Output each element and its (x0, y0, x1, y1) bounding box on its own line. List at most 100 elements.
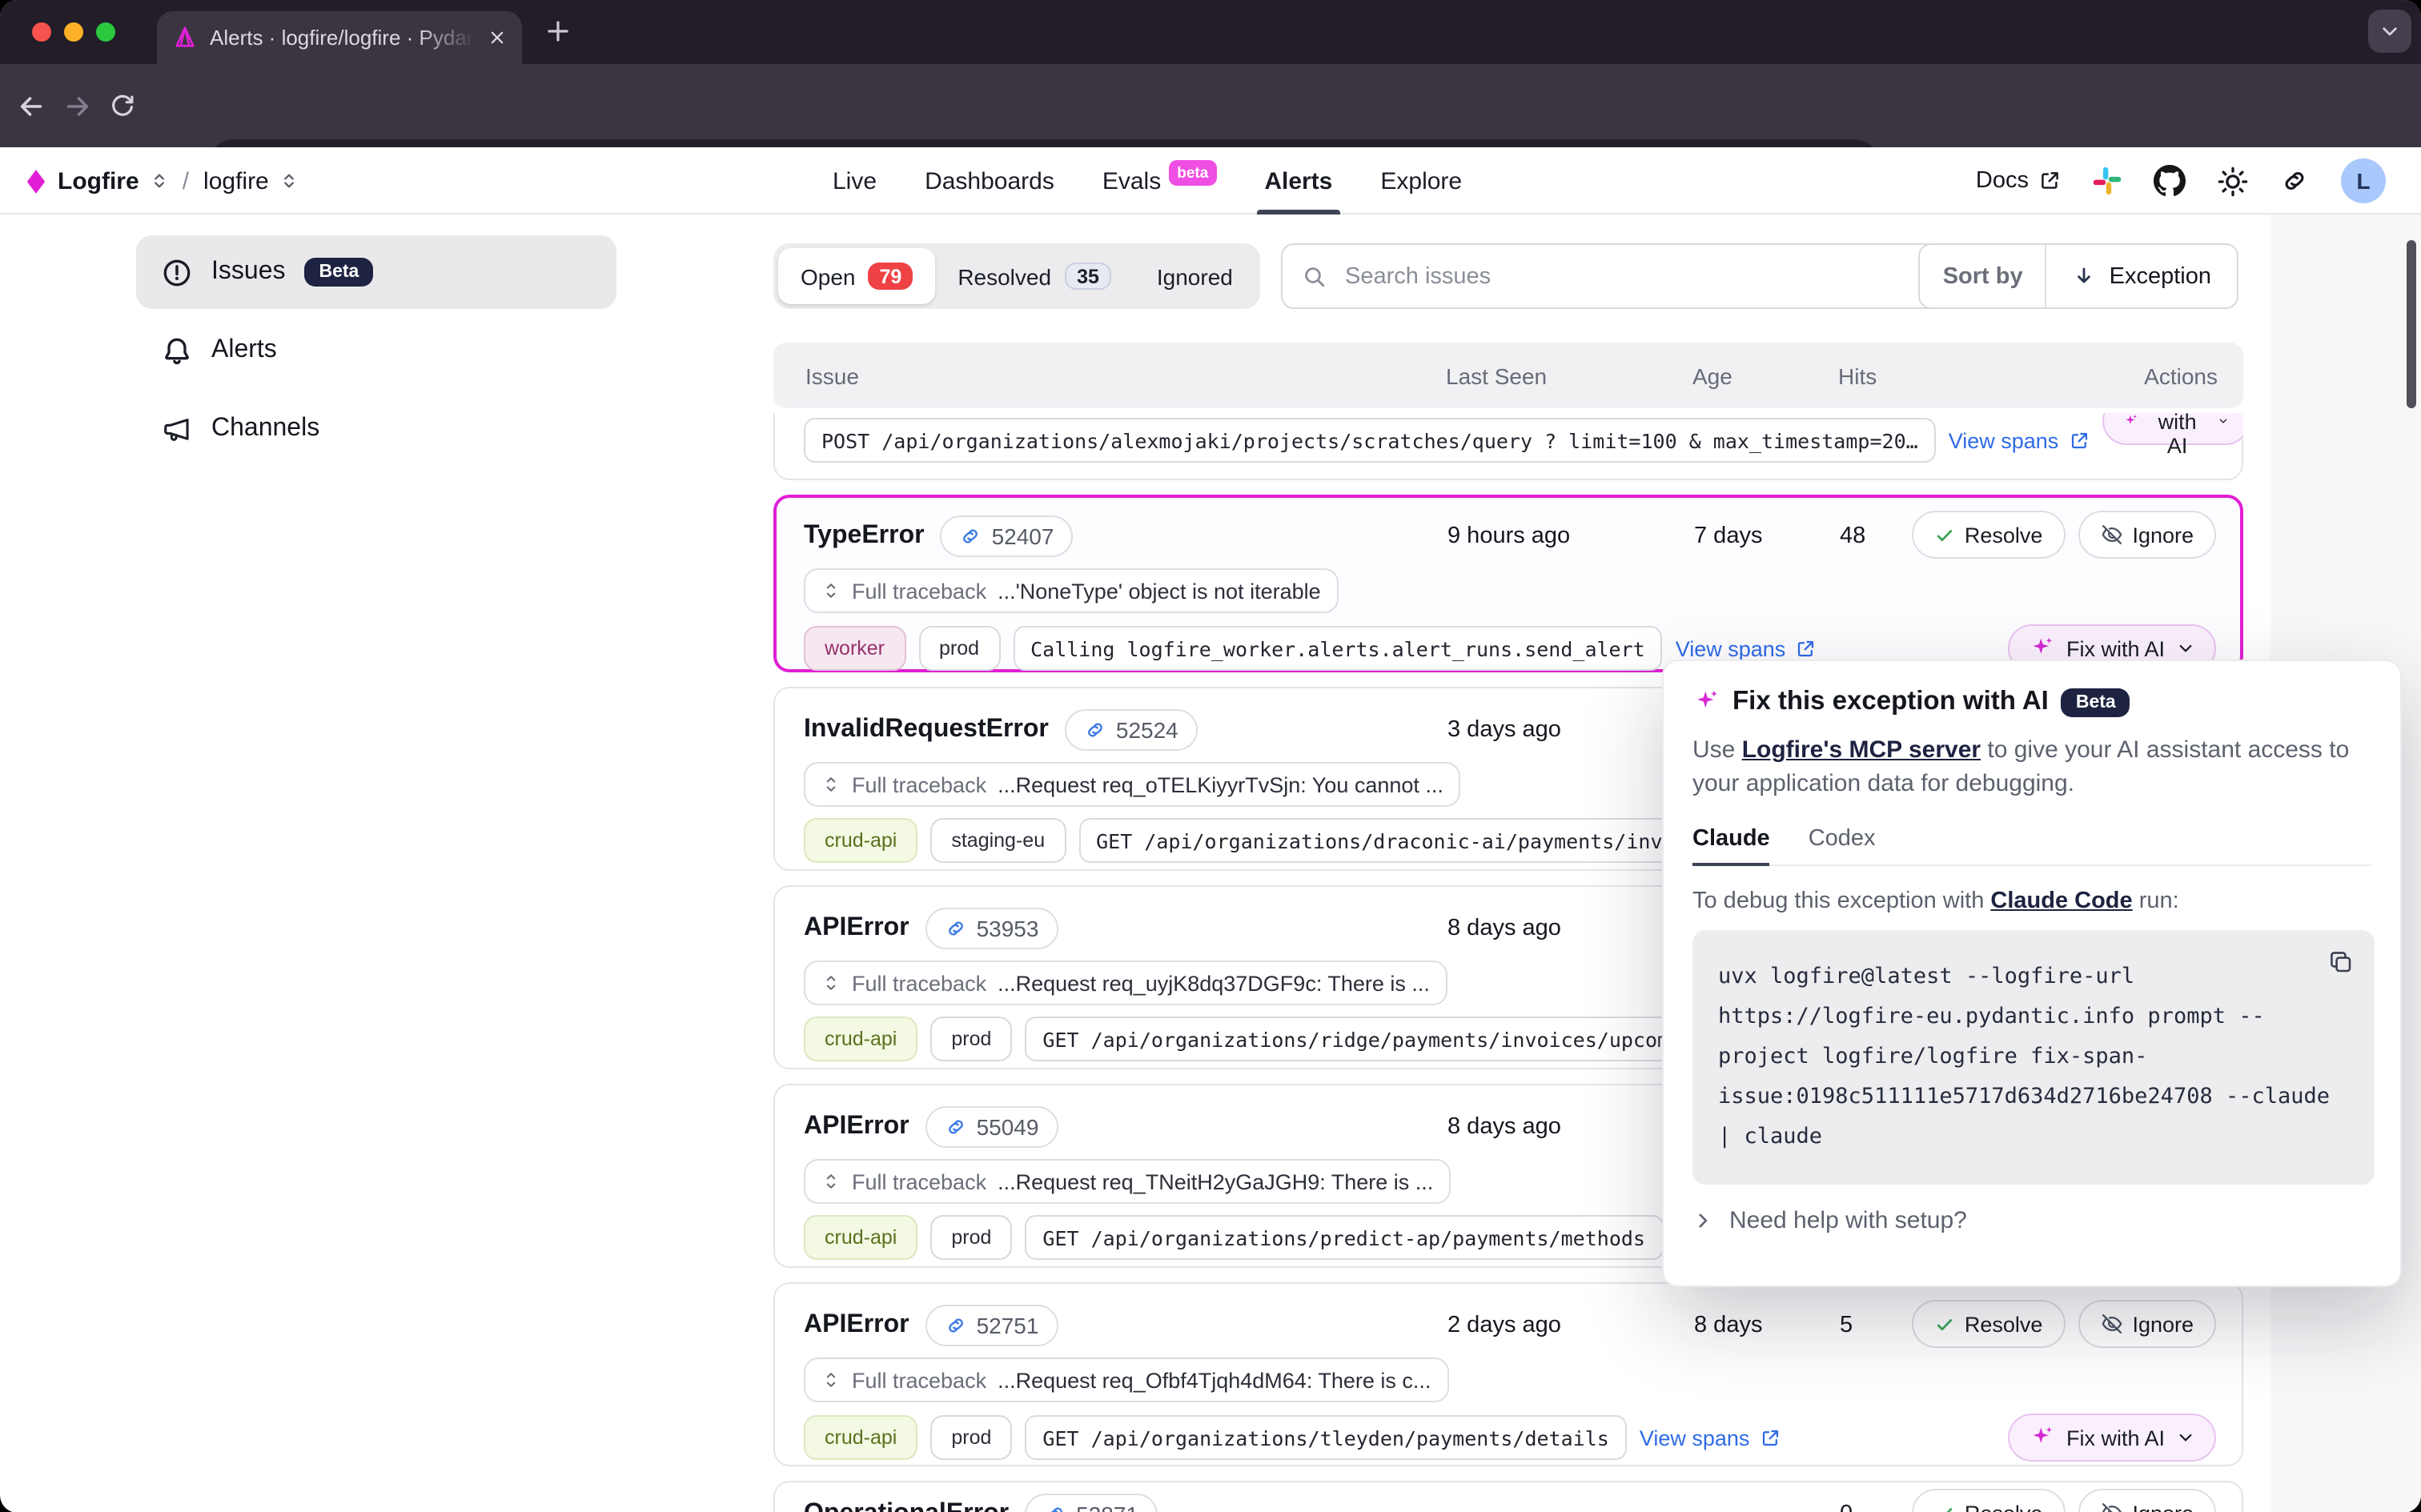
tab-explore[interactable]: Explore (1356, 147, 1486, 215)
issue-id-link[interactable]: 55049 (925, 1106, 1058, 1148)
minimize-window-button[interactable] (64, 22, 83, 42)
org-switcher-icon[interactable] (151, 171, 168, 191)
sort-value: Exception (2047, 245, 2237, 307)
resolve-button[interactable]: Resolve (1912, 511, 2066, 559)
issue-row-operationalerror[interactable]: OperationalError 52871 0 Resolve Ig (773, 1481, 2243, 1512)
tag-prod: prod (930, 1017, 1012, 1061)
fix-with-ai-button[interactable]: Fix with AI (2102, 413, 2243, 445)
logfire-logo-icon (26, 169, 46, 193)
sidebar-item-issues[interactable]: Issues Beta (136, 235, 616, 309)
popup-description: Use Logfire's MCP server to give your AI… (1692, 733, 2378, 800)
tab-live[interactable]: Live (809, 147, 901, 215)
slack-icon[interactable] (2093, 166, 2122, 195)
sparkles-icon (2122, 413, 2138, 434)
forward-icon[interactable] (62, 90, 93, 121)
tab-alerts[interactable]: Alerts (1240, 147, 1356, 215)
sort-by-label: Sort by (1921, 245, 2047, 307)
theme-toggle-sun-icon[interactable] (2218, 166, 2248, 196)
org-switcher[interactable]: Logfire (58, 167, 139, 195)
fix-with-ai-button[interactable]: Fix with AI (2009, 1414, 2216, 1462)
expand-updown-icon (821, 773, 841, 796)
traceback-pill[interactable]: Full traceback ...Request req_TNeitH2yGa… (804, 1159, 1451, 1204)
status-segmented-control: Open 79 Resolved 35 Ignored (773, 243, 1260, 309)
filter-tab-open[interactable]: Open 79 (778, 248, 935, 304)
open-count-badge: 79 (869, 263, 913, 290)
browser-tab[interactable]: Alerts · logfire/logfire · Pydant (157, 11, 522, 64)
project-switcher-icon[interactable] (280, 171, 298, 191)
last-seen-value: 9 hours ago (1447, 523, 1570, 549)
issue-row-typeerror[interactable]: TypeError 52407 9 hours ago 7 days 48 Re… (773, 495, 2243, 672)
issue-name: APIError (804, 1311, 909, 1340)
issue-name: OperationalError (804, 1500, 1009, 1512)
filter-tab-resolved[interactable]: Resolved 35 (935, 248, 1134, 304)
back-icon[interactable] (16, 90, 46, 121)
issue-id-link[interactable]: 52751 (925, 1305, 1058, 1346)
span-code-pill: GET /api/organizations/predict-ap/paymen… (1025, 1215, 1663, 1260)
command-text: uvx logfire@latest --logfire-url https:/… (1718, 957, 2349, 1157)
tab-codex[interactable]: Codex (1809, 826, 1876, 864)
claude-code-link[interactable]: Claude Code (1990, 888, 2132, 914)
new-tab-button[interactable] (544, 18, 572, 45)
view-spans-link[interactable]: View spans (1640, 1426, 1781, 1450)
copy-icon[interactable] (2328, 949, 2354, 975)
tag-staging-eu: staging-eu (930, 818, 1066, 863)
span-code-pill: Calling logfire_worker.alerts.alert_runs… (1013, 626, 1663, 671)
filter-bar: Open 79 Resolved 35 Ignored Sort by (773, 243, 2243, 309)
ignore-button[interactable]: Ignore (2078, 511, 2216, 559)
chevron-right-icon (1692, 1210, 1713, 1231)
traceback-pill[interactable]: Full traceback ...Request req_oTELKiyyrT… (804, 762, 1461, 807)
avatar[interactable]: L (2341, 158, 2386, 203)
tab-evals[interactable]: Evalsbeta (1078, 147, 1240, 215)
tab-dashboards[interactable]: Dashboards (901, 147, 1078, 215)
close-window-button[interactable] (32, 22, 51, 42)
issue-id-link[interactable]: 52524 (1065, 709, 1198, 751)
view-spans-link[interactable]: View spans (1676, 636, 1817, 660)
ignore-button[interactable]: Ignore (2078, 1489, 2216, 1512)
zoom-window-button[interactable] (96, 22, 115, 42)
external-link-icon (2038, 170, 2061, 192)
span-code-pill: GET /api/organizations/tleyden/payments/… (1025, 1415, 1626, 1460)
filter-tab-ignored[interactable]: Ignored (1134, 248, 1255, 304)
breadcrumb: Logfire / logfire (26, 147, 298, 215)
reload-icon[interactable] (109, 92, 136, 119)
sidebar-item-channels[interactable]: Channels (136, 392, 616, 466)
issue-row-partial[interactable]: POST /api/organizations/alexmojaki/proje… (773, 413, 2243, 480)
search-input[interactable] (1342, 262, 2001, 291)
github-icon[interactable] (2154, 165, 2186, 197)
tag-crud-api: crud-api (804, 1415, 917, 1460)
project-switcher[interactable]: logfire (203, 167, 269, 195)
close-tab-icon[interactable] (488, 29, 506, 46)
eye-off-icon (2100, 1313, 2122, 1335)
need-help-row[interactable]: Need help with setup? (1692, 1207, 2371, 1234)
fix-with-ai-popup: Fix this exception with AI Beta Use Logf… (1662, 660, 2402, 1287)
popup-title: Fix this exception with AI (1732, 687, 2049, 717)
resolve-button[interactable]: Resolve (1912, 1489, 2066, 1512)
col-last-seen: Last Seen (1446, 343, 1547, 408)
issue-id-link[interactable]: 53953 (925, 908, 1058, 949)
issue-row-apierror-52751[interactable]: APIError 52751 2 days ago 8 days 5 Resol… (773, 1282, 2243, 1466)
tag-crud-api: crud-api (804, 818, 917, 863)
share-link-icon[interactable] (2280, 166, 2309, 195)
traceback-pill[interactable]: Full traceback ...'NoneType' object is n… (804, 568, 1339, 613)
search-box[interactable] (1281, 243, 2022, 309)
hits-value: 48 (1840, 523, 1865, 549)
mcp-server-link[interactable]: Logfire's MCP server (1742, 736, 1981, 764)
link-icon (960, 525, 982, 547)
traceback-pill[interactable]: Full traceback ...Request req_Ofbf4Tjqh4… (804, 1358, 1448, 1402)
evals-beta-badge: beta (1169, 160, 1216, 186)
sort-control[interactable]: Sort by Exception (1919, 243, 2238, 309)
traceback-pill[interactable]: Full traceback ...Request req_uyjK8dq37D… (804, 961, 1447, 1005)
issue-id-link[interactable]: 52407 (941, 515, 1074, 557)
sidebar-item-alerts[interactable]: Alerts (136, 314, 616, 387)
scrollbar-thumb[interactable] (2407, 240, 2416, 408)
main-nav: Live Dashboards Evalsbeta Alerts Explore (809, 147, 1486, 215)
hits-value: 0 (1840, 1502, 1853, 1512)
tab-search-chevron-button[interactable] (2368, 10, 2411, 53)
ignore-button[interactable]: Ignore (2078, 1300, 2216, 1348)
view-spans-link[interactable]: View spans (1949, 428, 2090, 452)
eye-off-icon (2100, 1502, 2122, 1512)
issue-id-link[interactable]: 52871 (1025, 1494, 1158, 1512)
tab-claude[interactable]: Claude (1692, 826, 1770, 864)
docs-link[interactable]: Docs (1976, 168, 2061, 194)
resolve-button[interactable]: Resolve (1912, 1300, 2066, 1348)
